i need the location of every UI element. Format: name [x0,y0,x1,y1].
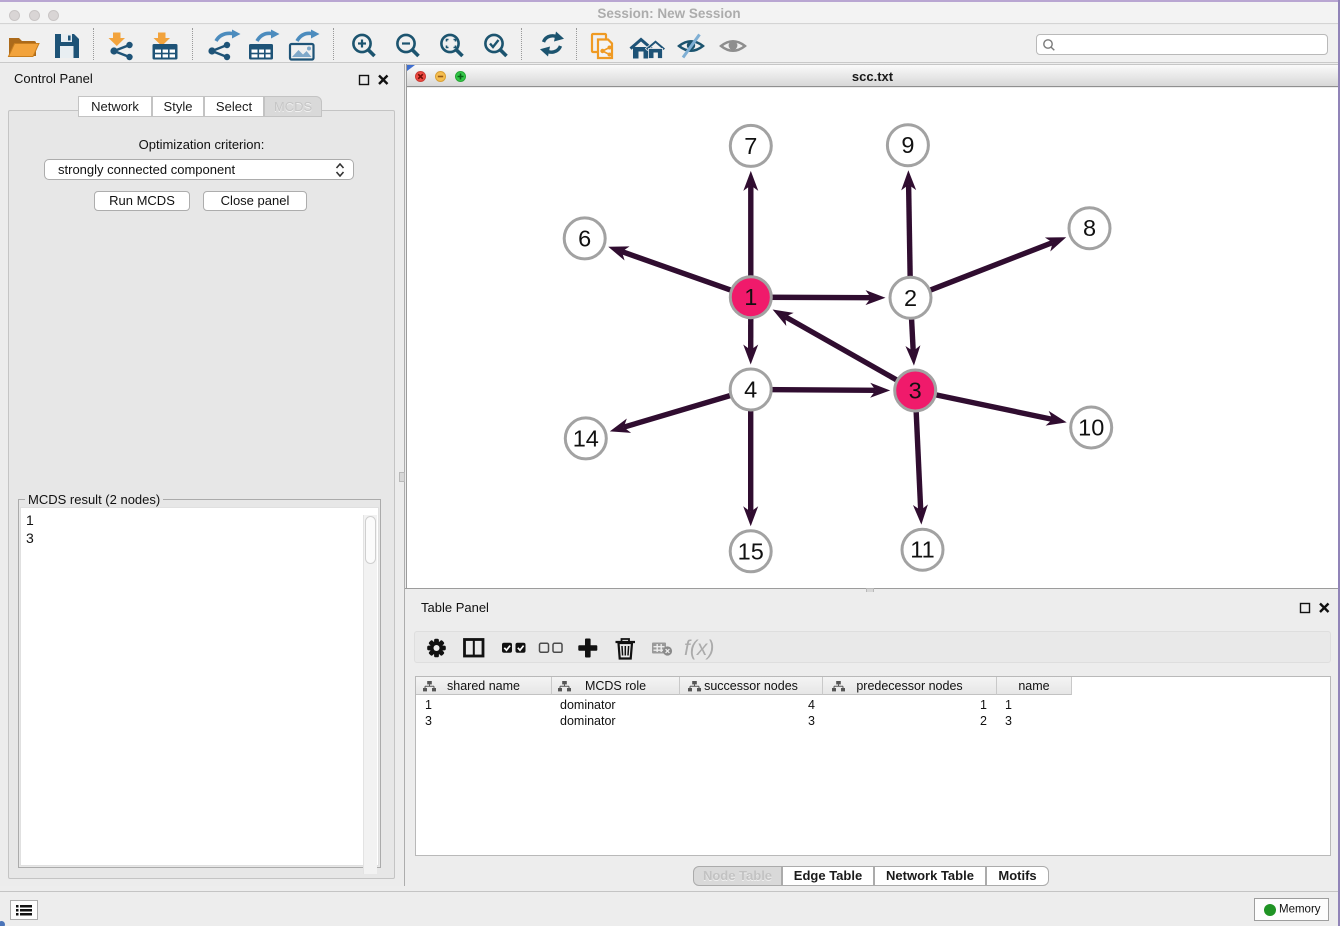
svg-text:9: 9 [901,132,914,158]
svg-text:11: 11 [910,537,934,563]
svg-text:7: 7 [744,133,757,159]
svg-text:4: 4 [744,377,757,403]
svg-text:2: 2 [904,285,917,311]
svg-text:3: 3 [909,378,922,404]
svg-text:14: 14 [573,425,599,451]
svg-text:1: 1 [744,284,757,310]
svg-text:15: 15 [738,538,764,564]
svg-text:f(x): f(x) [684,637,714,660]
svg-text:10: 10 [1078,415,1104,441]
svg-text:6: 6 [578,225,591,251]
svg-text:8: 8 [1083,215,1096,241]
